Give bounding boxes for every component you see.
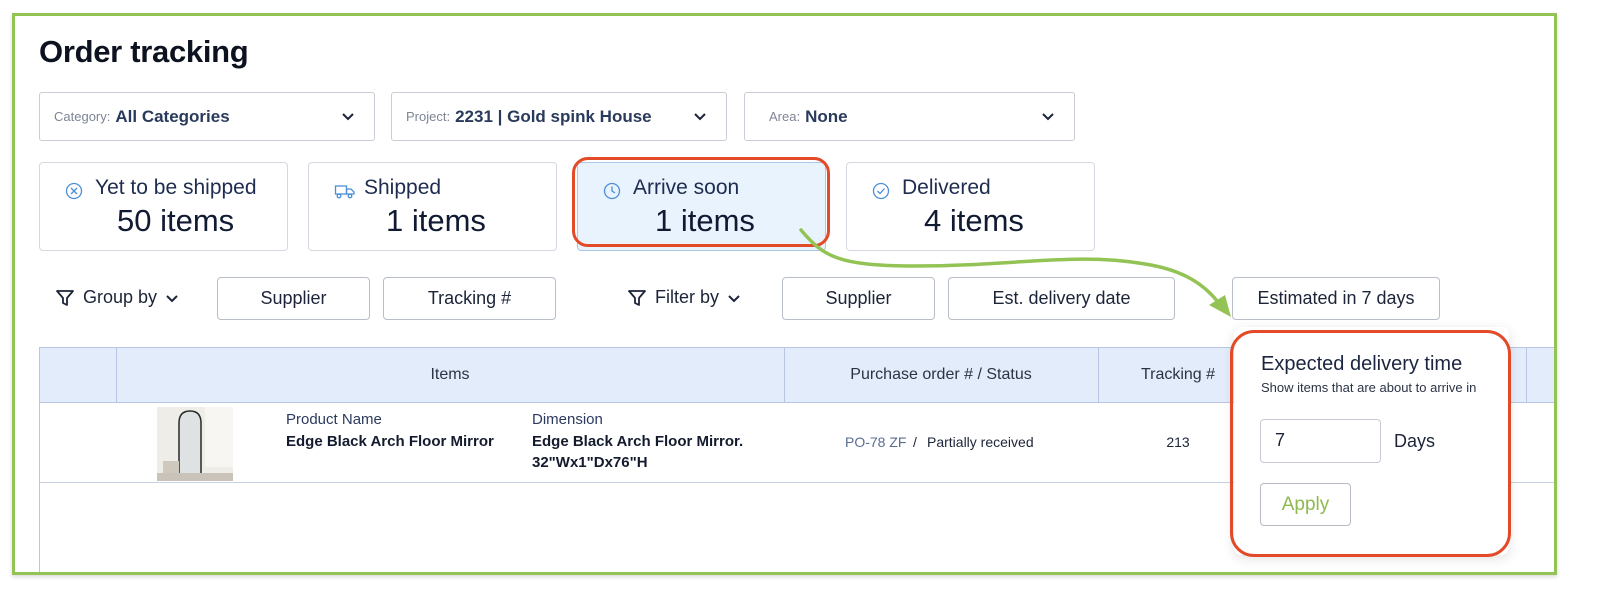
group-by-supplier-button[interactable]: Supplier [217,277,370,320]
status-card-title: Yet to be shipped [95,176,257,199]
status-card-count: 4 items [924,203,1024,238]
status-card-title: Shipped [364,176,442,199]
project-select-label: Project: [406,109,451,124]
filter-by-est-delivery-button[interactable]: Est. delivery date [948,277,1175,320]
chevron-down-icon [728,294,740,302]
area-select[interactable]: Area: None [744,92,1075,141]
days-input[interactable]: 7 [1260,419,1381,463]
status-card-count: 1 items [386,203,486,238]
status-card-arrive-soon[interactable]: Arrive soon 1 items [577,162,826,251]
filter-by-supplier-button[interactable]: Supplier [782,277,935,320]
dimension-label: Dimension [532,411,603,428]
dimension-value-line2: 32"Wx1"Dx76"H [532,454,648,471]
chevron-down-icon [166,294,178,302]
category-select-value: All Categories [115,106,230,126]
project-select[interactable]: Project: 2231 | Gold spink House [391,92,727,141]
status-card-count: 1 items [655,203,755,238]
page-title: Order tracking [39,34,249,69]
app-frame: Order tracking Category: All Categories … [12,13,1557,575]
filter-by-label: Filter by [655,287,720,307]
product-name: Edge Black Arch Floor Mirror [286,433,494,450]
category-select-label: Category: [54,109,111,124]
popover-subtitle: Show items that are about to arrive in [1261,380,1477,395]
header-items: Items [430,366,470,383]
product-name-label: Product Name [286,411,382,428]
group-by-tracking-button[interactable]: Tracking # [383,277,556,320]
estimated-days-button[interactable]: Estimated in 7 days [1232,277,1440,320]
expected-delivery-popover: Expected delivery time Show items that a… [1234,327,1509,555]
dimension-value-line1: Edge Black Arch Floor Mirror. [532,433,744,450]
area-select-value: None [805,106,848,126]
po-number-link[interactable]: PO-78 ZF [845,434,906,450]
status-card-shipped[interactable]: Shipped 1 items [308,162,557,251]
group-by-label: Group by [83,287,158,307]
status-card-count: 50 items [117,203,235,238]
category-select[interactable]: Category: All Categories [39,92,375,141]
product-thumbnail [157,407,233,481]
filter-by-dropdown[interactable]: Filter by [627,287,749,308]
status-card-delivered[interactable]: Delivered 4 items [846,162,1095,251]
apply-button[interactable]: Apply [1260,483,1351,526]
chevron-down-icon [694,113,706,121]
project-select-value: 2231 | Gold spink House [455,106,652,126]
po-separator: / [913,434,917,450]
truck-icon [334,185,355,199]
check-circle-icon [872,182,890,200]
status-card-yet-to-be-shipped[interactable]: Yet to be shipped 50 items [39,162,288,251]
po-status: Partially received [927,434,1034,450]
status-card-title: Arrive soon [633,176,740,199]
header-po-status: Purchase order # / Status [850,366,1032,383]
x-circle-icon [65,182,83,200]
mirror-image [157,407,233,481]
days-unit-label: Days [1394,431,1436,451]
area-select-label: Area: [769,109,801,124]
group-by-dropdown[interactable]: Group by [55,287,187,308]
popover-title: Expected delivery time [1261,353,1463,375]
filter-icon [628,289,646,306]
status-card-title: Delivered [902,176,991,199]
filter-icon [56,289,74,306]
clock-icon [603,182,621,200]
chevron-down-icon [1042,113,1054,121]
chevron-down-icon [342,113,354,121]
